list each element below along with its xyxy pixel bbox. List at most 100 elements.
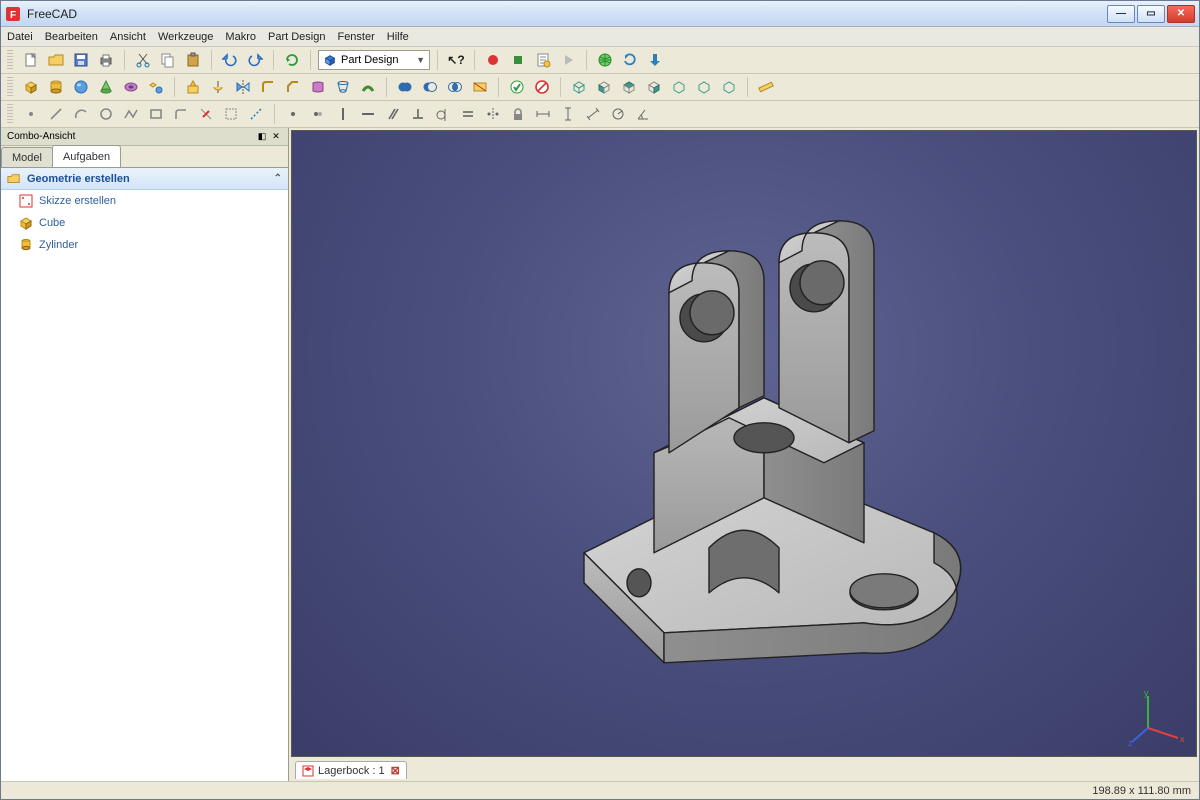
no-access-icon[interactable] <box>531 76 553 98</box>
constrain-point-button[interactable] <box>282 103 304 125</box>
menu-partdesign[interactable]: Part Design <box>268 31 325 43</box>
close-button[interactable]: ✕ <box>1167 5 1195 23</box>
paste-button[interactable] <box>182 49 204 71</box>
panel-close-icon[interactable]: ✕ <box>270 131 282 143</box>
part-sphere-button[interactable] <box>70 76 92 98</box>
print-button[interactable] <box>95 49 117 71</box>
part-revolve-button[interactable] <box>207 76 229 98</box>
part-primitives-button[interactable] <box>145 76 167 98</box>
macro-play-button[interactable] <box>557 49 579 71</box>
axis-indicator[interactable]: x y z <box>1128 688 1188 748</box>
constrain-coincident-button[interactable] <box>307 103 329 125</box>
open-file-button[interactable] <box>45 49 67 71</box>
panel-title[interactable]: Combo-Ansicht ◧ ✕ <box>1 128 288 146</box>
new-file-button[interactable] <box>20 49 42 71</box>
part-mirror-button[interactable] <box>232 76 254 98</box>
part-torus-button[interactable] <box>120 76 142 98</box>
constrain-hdist-button[interactable] <box>532 103 554 125</box>
view-iso-button[interactable] <box>568 76 590 98</box>
constrain-lock-button[interactable] <box>507 103 529 125</box>
toolbar-grip-icon[interactable] <box>7 50 13 70</box>
undo-button[interactable] <box>219 49 241 71</box>
collapse-icon[interactable]: ⌃ <box>274 173 282 184</box>
menu-datei[interactable]: Datei <box>7 31 33 43</box>
macro-list-button[interactable] <box>532 49 554 71</box>
part-cylinder-button[interactable] <box>45 76 67 98</box>
sketch-construction-button[interactable] <box>245 103 267 125</box>
undock-icon[interactable]: ◧ <box>256 131 268 143</box>
constrain-vertical-button[interactable] <box>332 103 354 125</box>
constrain-radius-button[interactable] <box>607 103 629 125</box>
toolbar-grip-icon[interactable] <box>7 77 13 97</box>
constrain-equal-button[interactable] <box>457 103 479 125</box>
web-home-button[interactable] <box>594 49 616 71</box>
task-item-zylinder[interactable]: Zylinder <box>1 234 288 256</box>
sketch-arc-button[interactable] <box>70 103 92 125</box>
menu-hilfe[interactable]: Hilfe <box>387 31 409 43</box>
view-bottom-button[interactable] <box>693 76 715 98</box>
web-refresh-button[interactable] <box>619 49 641 71</box>
macro-stop-button[interactable] <box>507 49 529 71</box>
task-item-sketch[interactable]: Skizze erstellen <box>1 190 288 212</box>
copy-button[interactable] <box>157 49 179 71</box>
part-cone-button[interactable] <box>95 76 117 98</box>
task-item-cube[interactable]: Cube <box>1 212 288 234</box>
sketch-rectangle-button[interactable] <box>145 103 167 125</box>
constrain-horizontal-button[interactable] <box>357 103 379 125</box>
menu-fenster[interactable]: Fenster <box>337 31 374 43</box>
check-geometry-button[interactable] <box>506 76 528 98</box>
view-back-button[interactable] <box>668 76 690 98</box>
view-left-button[interactable] <box>718 76 740 98</box>
view-top-button[interactable] <box>618 76 640 98</box>
sketch-line-button[interactable] <box>45 103 67 125</box>
boolean-common-button[interactable] <box>444 76 466 98</box>
constrain-parallel-button[interactable] <box>382 103 404 125</box>
measure-button[interactable] <box>755 76 777 98</box>
view-right-button[interactable] <box>643 76 665 98</box>
3d-viewport[interactable]: x y z <box>291 130 1197 757</box>
part-ruled-button[interactable] <box>307 76 329 98</box>
redo-button[interactable] <box>244 49 266 71</box>
boolean-cut-button[interactable] <box>419 76 441 98</box>
tab-close-icon[interactable]: ⊠ <box>391 764 400 777</box>
macro-record-button[interactable] <box>482 49 504 71</box>
sketch-external-button[interactable] <box>220 103 242 125</box>
menu-ansicht[interactable]: Ansicht <box>110 31 146 43</box>
constrain-vdist-button[interactable] <box>557 103 579 125</box>
minimize-button[interactable]: — <box>1107 5 1135 23</box>
sketch-point-button[interactable] <box>20 103 42 125</box>
constrain-symmetric-button[interactable] <box>482 103 504 125</box>
part-box-button[interactable] <box>20 76 42 98</box>
sketch-circle-button[interactable] <box>95 103 117 125</box>
sketch-polyline-button[interactable] <box>120 103 142 125</box>
task-header[interactable]: Geometrie erstellen ⌃ <box>1 168 288 190</box>
constrain-dist-button[interactable] <box>582 103 604 125</box>
cut-button[interactable] <box>132 49 154 71</box>
part-chamfer-button[interactable] <box>282 76 304 98</box>
sketch-fillet-button[interactable] <box>170 103 192 125</box>
save-button[interactable] <box>70 49 92 71</box>
tab-aufgaben[interactable]: Aufgaben <box>52 145 121 167</box>
part-extrude-button[interactable] <box>182 76 204 98</box>
boolean-section-button[interactable] <box>469 76 491 98</box>
menu-werkzeuge[interactable]: Werkzeuge <box>158 31 213 43</box>
document-tab[interactable]: Lagerbock : 1 ⊠ <box>295 761 407 779</box>
menu-bearbeiten[interactable]: Bearbeiten <box>45 31 98 43</box>
boolean-union-button[interactable] <box>394 76 416 98</box>
download-button[interactable] <box>644 49 666 71</box>
constrain-angle-button[interactable] <box>632 103 654 125</box>
sketch-trim-button[interactable] <box>195 103 217 125</box>
tab-model[interactable]: Model <box>1 147 53 167</box>
whats-this-button[interactable]: ↖? <box>445 49 467 71</box>
titlebar[interactable]: F FreeCAD — ▭ ✕ <box>1 1 1199 27</box>
toolbar-grip-icon[interactable] <box>7 104 13 124</box>
menu-makro[interactable]: Makro <box>225 31 256 43</box>
workbench-selector[interactable]: Part Design ▼ <box>318 50 430 70</box>
part-fillet-button[interactable] <box>257 76 279 98</box>
refresh-button[interactable] <box>281 49 303 71</box>
part-loft-button[interactable] <box>332 76 354 98</box>
part-sweep-button[interactable] <box>357 76 379 98</box>
constrain-perpendicular-button[interactable] <box>407 103 429 125</box>
view-front-button[interactable] <box>593 76 615 98</box>
constrain-tangent-button[interactable] <box>432 103 454 125</box>
